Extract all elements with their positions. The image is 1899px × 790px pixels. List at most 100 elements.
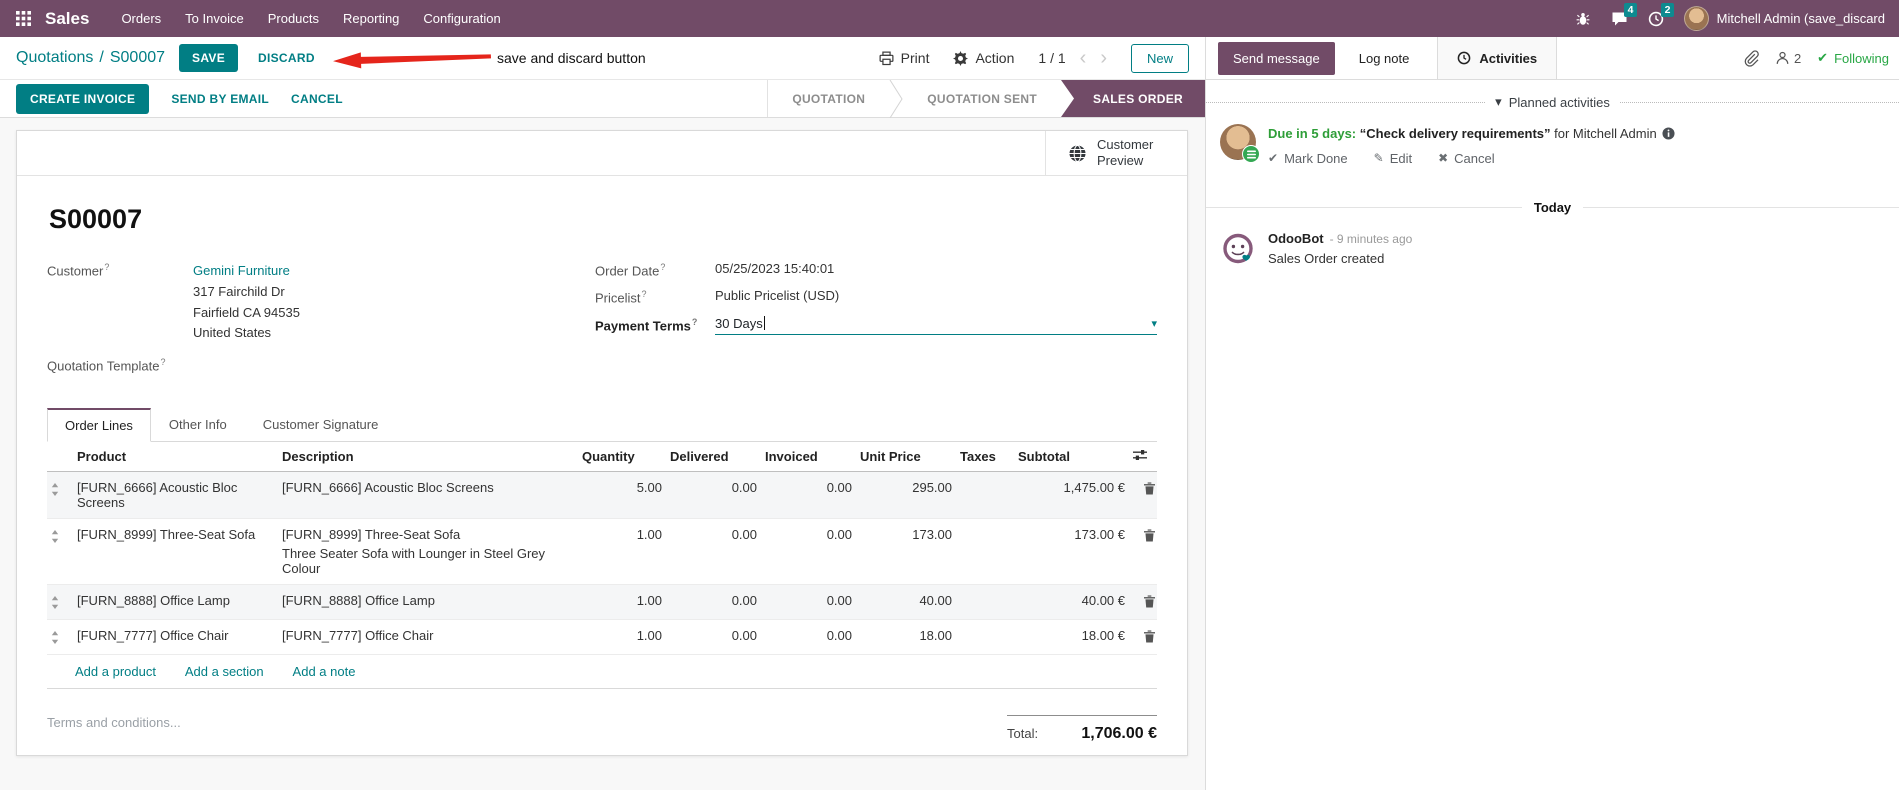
discard-button[interactable]: DISCARD [258,51,315,65]
cell-taxes[interactable] [956,619,1014,654]
following-button[interactable]: ✔ Following [1817,50,1889,66]
table-row[interactable]: [FURN_8888] Office Lamp [FURN_8888] Offi… [47,584,1157,620]
activities-clock-icon[interactable]: 2 [1648,2,1675,27]
tab-order-lines[interactable]: Order Lines [47,407,151,442]
col-product[interactable]: Product [73,441,278,472]
cell-unit-price[interactable]: 18.00 [856,619,956,654]
messages-icon[interactable]: 4 [1611,2,1638,27]
menu-orders[interactable]: Orders [109,1,173,36]
cell-quantity[interactable]: 1.00 [578,584,666,619]
cell-taxes[interactable] [956,584,1014,619]
stage-quotation[interactable]: QUOTATION [768,80,889,117]
customer-preview-button[interactable]: Customer Preview [1045,131,1187,175]
planned-activities-toggle[interactable]: ▾ Planned activities [1495,94,1610,110]
cell-product[interactable]: [FURN_6666] Acoustic Bloc Screens [73,471,278,518]
record-name[interactable]: S00007 [49,204,1157,235]
debug-bug-icon[interactable] [1575,11,1591,27]
table-row[interactable]: [FURN_6666] Acoustic Bloc Screens [FURN_… [47,471,1157,519]
cell-taxes[interactable] [956,471,1014,518]
cell-delivered[interactable]: 0.00 [666,619,761,654]
stage-quotation-sent[interactable]: QUOTATION SENT [903,80,1061,117]
delete-line-icon[interactable] [1129,619,1157,654]
cell-quantity[interactable]: 1.00 [578,619,666,654]
edit-activity-button[interactable]: ✎ Edit [1374,151,1412,166]
menu-configuration[interactable]: Configuration [411,1,512,36]
cell-description[interactable]: [FURN_8999] Three-Seat Sofa Three Seater … [278,518,578,584]
cell-product[interactable]: [FURN_7777] Office Chair [73,619,278,654]
cancel-activity-button[interactable]: ✖ Cancel [1438,151,1495,166]
menu-to-invoice[interactable]: To Invoice [173,1,256,36]
drag-handle-icon[interactable] [47,584,73,619]
col-quantity[interactable]: Quantity [578,441,666,472]
drag-handle-icon[interactable] [47,619,73,654]
cell-product[interactable]: [FURN_8888] Office Lamp [73,584,278,619]
drag-handle-icon[interactable] [47,518,73,584]
cell-description[interactable]: [FURN_7777] Office Chair [278,619,578,654]
col-invoiced[interactable]: Invoiced [761,441,856,472]
cell-quantity[interactable]: 5.00 [578,471,666,518]
cell-invoiced[interactable]: 0.00 [761,584,856,619]
cell-unit-price[interactable]: 295.00 [856,471,956,518]
activities-tab[interactable]: Activities [1437,37,1558,79]
cell-taxes[interactable] [956,518,1014,584]
cell-unit-price[interactable]: 40.00 [856,584,956,619]
tab-customer-signature[interactable]: Customer Signature [245,408,397,442]
cell-delivered[interactable]: 0.00 [666,584,761,619]
cell-invoiced[interactable]: 0.00 [761,518,856,584]
order-date-value[interactable]: 05/25/2023 15:40:01 [715,261,834,278]
delete-line-icon[interactable] [1129,584,1157,619]
cell-invoiced[interactable]: 0.00 [761,471,856,518]
cell-quantity[interactable]: 1.00 [578,518,666,584]
message-author[interactable]: OdooBot [1268,231,1324,246]
send-message-button[interactable]: Send message [1218,41,1335,75]
info-icon[interactable] [1662,127,1675,140]
optional-columns-icon[interactable] [1129,441,1157,472]
cancel-button[interactable]: CANCEL [291,92,343,106]
app-title[interactable]: Sales [45,9,89,29]
dropdown-caret-icon[interactable]: ▾ [1151,317,1157,330]
send-by-email-button[interactable]: SEND BY EMAIL [171,92,269,106]
delete-line-icon[interactable] [1129,518,1157,584]
pager-next-icon[interactable]: › [1100,48,1107,68]
cell-delivered[interactable]: 0.00 [666,471,761,518]
terms-and-conditions-field[interactable]: Terms and conditions... [47,715,181,743]
col-taxes[interactable]: Taxes [956,441,1014,472]
stage-sales-order[interactable]: SALES ORDER [1061,80,1205,117]
drag-handle-icon[interactable] [47,471,73,518]
col-unit-price[interactable]: Unit Price [856,441,956,472]
cell-unit-price[interactable]: 173.00 [856,518,956,584]
table-row[interactable]: [FURN_7777] Office Chair [FURN_7777] Off… [47,619,1157,654]
menu-reporting[interactable]: Reporting [331,1,411,36]
user-menu[interactable]: Mitchell Admin (save_discard [1683,6,1885,31]
tab-other-info[interactable]: Other Info [151,408,245,442]
add-section-link[interactable]: Add a section [185,664,264,679]
mark-done-button[interactable]: ✔ Mark Done [1268,151,1348,166]
pager-previous-icon[interactable]: ‹ [1080,48,1087,68]
menu-products[interactable]: Products [256,1,331,36]
cell-delivered[interactable]: 0.00 [666,518,761,584]
followers-button[interactable]: 2 [1775,50,1801,66]
delete-line-icon[interactable] [1129,471,1157,518]
action-button[interactable]: Action [953,50,1014,66]
cell-product[interactable]: [FURN_8999] Three-Seat Sofa [73,518,278,584]
add-note-link[interactable]: Add a note [293,664,356,679]
attachment-paperclip-icon[interactable] [1743,49,1759,67]
log-note-button[interactable]: Log note [1359,51,1410,66]
save-button[interactable]: SAVE [179,44,239,72]
new-button[interactable]: New [1130,43,1189,73]
create-invoice-button[interactable]: CREATE INVOICE [16,83,150,114]
col-subtotal[interactable]: Subtotal [1014,441,1129,472]
apps-grid-icon[interactable] [10,7,37,30]
cell-invoiced[interactable]: 0.00 [761,619,856,654]
col-delivered[interactable]: Delivered [666,441,761,472]
customer-link[interactable]: Gemini Furniture [193,261,300,282]
cell-description[interactable]: [FURN_6666] Acoustic Bloc Screens [278,471,578,518]
cell-description[interactable]: [FURN_8888] Office Lamp [278,584,578,619]
pricelist-value[interactable]: Public Pricelist (USD) [715,288,839,305]
print-button[interactable]: Print [879,50,929,66]
add-product-link[interactable]: Add a product [75,664,156,679]
payment-terms-input[interactable]: 30 Days ▾ [715,316,1157,335]
table-row[interactable]: [FURN_8999] Three-Seat Sofa [FURN_8999] … [47,518,1157,584]
breadcrumb-quotations[interactable]: Quotations [16,49,93,67]
col-description[interactable]: Description [278,441,578,472]
